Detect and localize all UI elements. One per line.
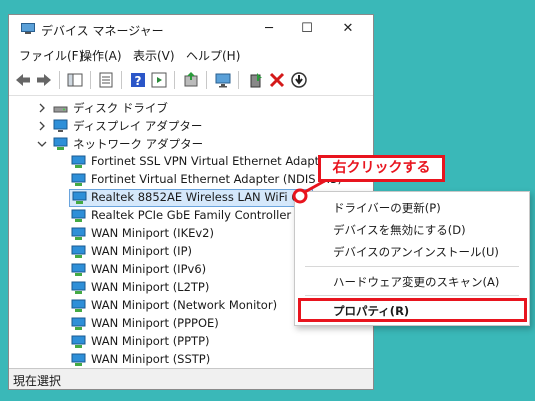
toolbar-separator	[174, 71, 175, 89]
tree-category-label: ネットワーク アダプター	[73, 137, 204, 151]
tree-category-network-adapters[interactable]: ネットワーク アダプター	[9, 135, 369, 153]
monitor-icon[interactable]	[214, 71, 232, 89]
network-adapter-icon	[71, 317, 86, 330]
details-icon[interactable]	[150, 71, 168, 89]
chevron-down-icon[interactable]	[37, 139, 47, 149]
toolbar-separator	[121, 71, 122, 89]
tree-device-label: Realtek PCIe GbE Family Controller	[91, 208, 292, 222]
toolbar-separator	[238, 71, 239, 89]
tree-device-item-selected[interactable]: Realtek 8852AE Wireless LAN WiFi 6 PCI-E…	[69, 189, 356, 207]
minimize-button[interactable]: ─	[255, 19, 283, 39]
network-adapter-icon	[72, 191, 87, 204]
menu-action[interactable]: 操作(A)	[80, 47, 122, 64]
tree-device-item[interactable]: WAN Miniport (PPTP)	[69, 333, 369, 351]
toolbar-separator	[59, 71, 60, 89]
network-adapter-icon	[71, 353, 86, 366]
tree-device-label: WAN Miniport (L2TP)	[91, 280, 210, 294]
tree-device-label: Fortinet Virtual Ethernet Adapter (NDIS …	[91, 172, 342, 186]
properties-highlight-box	[298, 298, 527, 322]
network-adapter-icon	[71, 227, 86, 240]
tree-device-label: WAN Miniport (Network Monitor)	[91, 298, 278, 312]
tree-device-label: WAN Miniport (IKEv2)	[91, 226, 214, 240]
svg-text:?: ?	[135, 74, 142, 88]
tree-category-label: ディスク ドライブ	[73, 101, 168, 115]
tree-device-item[interactable]: WAN Miniport (SSTP)	[69, 351, 369, 369]
tree-device-label: WAN Miniport (PPTP)	[91, 334, 210, 348]
help-icon[interactable]: ?	[129, 71, 147, 89]
network-adapter-icon	[71, 335, 86, 348]
chevron-right-icon[interactable]	[37, 121, 47, 131]
annotation-callout: 右クリックする	[318, 155, 445, 182]
menu-file[interactable]: ファイル(F)	[19, 47, 83, 64]
back-arrow-icon[interactable]	[14, 71, 32, 89]
window-title: デバイス マネージャー	[41, 24, 164, 38]
network-adapter-icon	[53, 137, 68, 150]
disk-drive-icon	[53, 106, 68, 113]
context-menu-separator	[305, 266, 519, 267]
context-menu-update-driver[interactable]: ドライバーの更新(P)	[333, 200, 441, 216]
title-bar[interactable]: デバイス マネージャー ─ ☐ ✕	[9, 15, 373, 43]
toolbar-separator	[90, 71, 91, 89]
context-menu-disable-device[interactable]: デバイスを無効にする(D)	[333, 222, 466, 238]
tree-device-label: Fortinet SSL VPN Virtual Ethernet Adapte…	[91, 154, 331, 168]
context-menu-uninstall-device[interactable]: デバイスのアンインストール(U)	[333, 244, 499, 260]
tree-device-label: WAN Miniport (PPPOE)	[91, 316, 219, 330]
forward-arrow-icon[interactable]	[35, 71, 53, 89]
menu-bar: ファイル(F) 操作(A) 表示(V) ヘルプ(H)	[9, 43, 373, 65]
download-icon[interactable]	[290, 71, 308, 89]
context-menu: ドライバーの更新(P) デバイスを無効にする(D) デバイスのアンインストール(…	[294, 191, 530, 326]
network-adapter-icon	[71, 263, 86, 276]
network-adapter-icon	[71, 299, 86, 312]
tree-device-label: WAN Miniport (SSTP)	[91, 352, 211, 366]
tree-category-label: ディスプレイ アダプター	[73, 119, 203, 133]
context-menu-separator	[305, 295, 519, 296]
display-adapter-icon	[53, 119, 68, 132]
maximize-button[interactable]: ☐	[293, 19, 321, 39]
menu-view[interactable]: 表示(V)	[133, 47, 175, 64]
device-manager-icon	[21, 23, 35, 34]
toolbar-separator	[206, 71, 207, 89]
update-driver-icon[interactable]	[182, 71, 200, 89]
enable-device-icon[interactable]	[247, 71, 265, 89]
menu-help[interactable]: ヘルプ(H)	[186, 47, 240, 64]
list-view-icon[interactable]	[97, 71, 115, 89]
network-adapter-icon	[71, 281, 86, 294]
network-adapter-icon	[71, 173, 86, 186]
close-button[interactable]: ✕	[334, 19, 362, 39]
tree-category-display-adapters[interactable]: ディスプレイ アダプター	[9, 117, 369, 135]
properties-pane-icon[interactable]	[66, 71, 84, 89]
network-adapter-icon	[71, 209, 86, 222]
toolbar: ?	[9, 65, 373, 96]
tree-device-label: WAN Miniport (IPv6)	[91, 262, 207, 276]
network-adapter-icon	[71, 155, 86, 168]
tree-device-label: WAN Miniport (IP)	[91, 244, 192, 258]
tree-category-disk-drives[interactable]: ディスク ドライブ	[9, 99, 369, 117]
status-bar: 現在選択	[9, 368, 373, 389]
uninstall-x-icon[interactable]	[268, 71, 286, 89]
status-text: 現在選択	[13, 374, 62, 388]
network-adapter-icon	[71, 245, 86, 258]
context-menu-scan-hardware[interactable]: ハードウェア変更のスキャン(A)	[333, 274, 499, 290]
chevron-right-icon[interactable]	[37, 103, 47, 113]
